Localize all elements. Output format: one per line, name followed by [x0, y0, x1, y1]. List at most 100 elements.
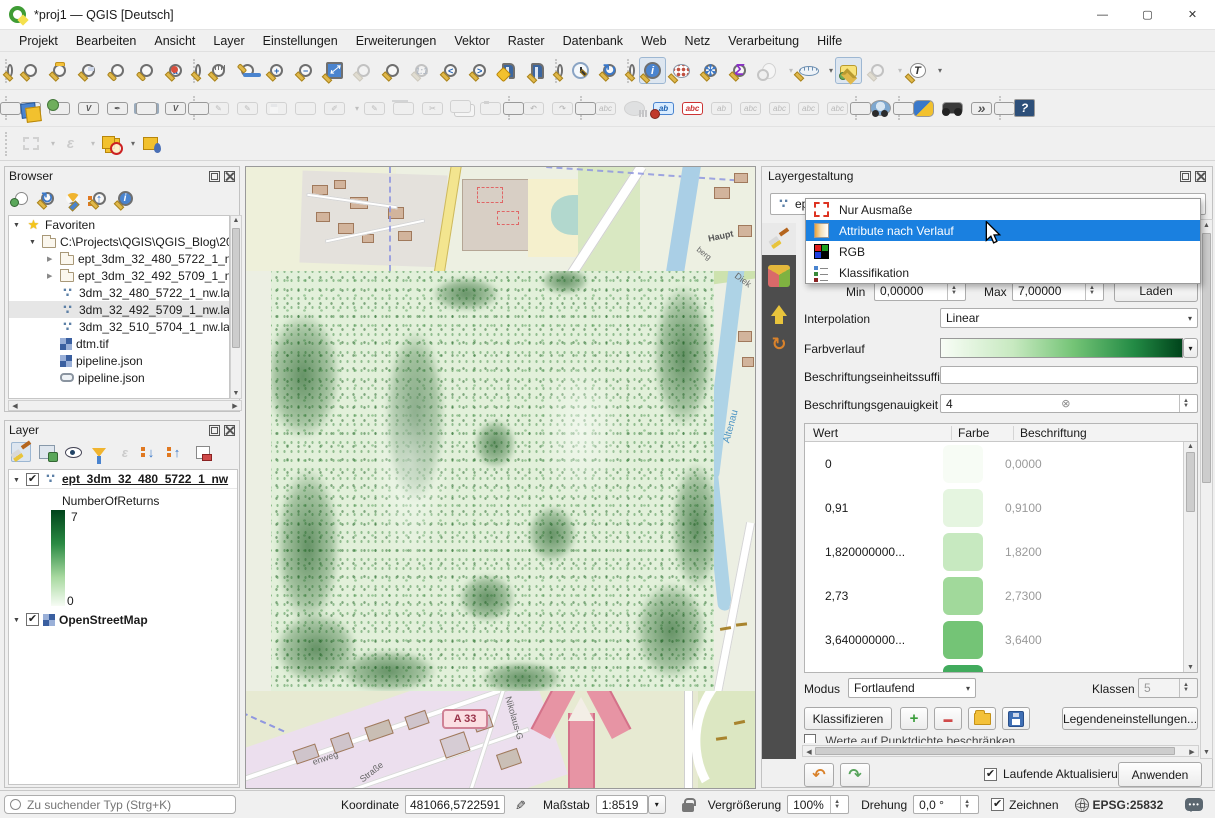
browser-item[interactable]: pipeline.json	[9, 369, 229, 386]
rotate-label-button[interactable]: abc	[795, 95, 822, 122]
save-project-button[interactable]	[75, 57, 102, 84]
menu-item[interactable]: Vektor	[445, 32, 498, 50]
add-group-button[interactable]	[37, 442, 57, 462]
browser-item[interactable]: pipeline.json	[9, 352, 229, 369]
close-panel-icon[interactable]	[224, 171, 235, 182]
zoom-to-selection-button[interactable]	[350, 57, 377, 84]
tab-3d-view[interactable]	[768, 265, 790, 287]
paste-features-button[interactable]	[477, 95, 504, 122]
suffix-input[interactable]	[940, 366, 1198, 384]
remove-layer-button[interactable]	[193, 442, 213, 462]
new-geopackage-button[interactable]	[46, 95, 73, 122]
dock-vscrollbar[interactable]: ▲▼	[1200, 219, 1213, 759]
apply-button[interactable]: Anwenden	[1118, 762, 1202, 787]
locator-search[interactable]	[4, 795, 236, 814]
renderer-menu-item[interactable]: Klassifikation	[806, 262, 1200, 283]
add-favorite-button[interactable]	[11, 188, 31, 208]
classes-input[interactable]: 5▲▼	[1138, 678, 1198, 698]
browser-item[interactable]: ept_3dm_32_492_5709_1_nw	[9, 267, 229, 284]
expander-icon[interactable]	[13, 475, 22, 484]
osm-place-search-button[interactable]	[939, 95, 966, 122]
save-edits-button[interactable]	[263, 95, 290, 122]
mode-combo[interactable]: Fortlaufend▾	[848, 678, 976, 698]
suffix-input-field[interactable]	[946, 368, 1192, 382]
redo-button[interactable]: ↷	[549, 95, 576, 122]
rotation-input[interactable]: 0,0 °▲▼	[913, 795, 979, 814]
zoom-to-feature-button[interactable]	[864, 57, 891, 84]
statistical-summary-button[interactable]	[668, 57, 695, 84]
move-label-button[interactable]: abc	[766, 95, 793, 122]
live-update-option[interactable]: Laufende Aktualisierung	[984, 767, 1131, 781]
interpolation-combo[interactable]: Linear▾	[940, 308, 1198, 328]
collapse-all-button[interactable]: ↑	[89, 188, 109, 208]
zoom-native-button[interactable]: 1:1	[408, 57, 435, 84]
expander-icon[interactable]	[13, 220, 22, 229]
pin-labels-button[interactable]: ab	[650, 95, 677, 122]
clipped-option-row[interactable]: Werte auf Punktdichte beschränken	[804, 734, 1184, 743]
layer-item-osm[interactable]: OpenStreetMap	[9, 610, 237, 629]
refresh-browser-button[interactable]: ↻	[37, 188, 57, 208]
extent-toggle-icon[interactable]	[515, 798, 529, 812]
menu-item[interactable]: Layer	[204, 32, 253, 50]
python-console-button[interactable]	[910, 95, 937, 122]
menu-item[interactable]: Ansicht	[145, 32, 204, 50]
browser-item[interactable]: 3dm_32_480_5722_1_nw.laz	[9, 284, 229, 301]
color-swatch[interactable]	[943, 445, 983, 483]
maximize-button[interactable]: ▢	[1125, 0, 1170, 30]
open-project-button[interactable]	[46, 57, 73, 84]
crs-status[interactable]: EPSG:25832	[1093, 798, 1164, 812]
layer-visibility-checkbox[interactable]	[26, 473, 39, 486]
filter-legend-button[interactable]	[89, 442, 109, 462]
float-panel-icon[interactable]	[209, 425, 220, 436]
nominatim-geocoder-button[interactable]	[867, 95, 894, 122]
zoom-in-button[interactable]: +	[263, 57, 290, 84]
redo-style-button[interactable]: ↷	[840, 763, 870, 787]
min-input[interactable]: 0,00000▲▼	[874, 281, 966, 301]
render-checkbox[interactable]	[991, 798, 1004, 811]
menu-item[interactable]: Datenbank	[554, 32, 632, 50]
expander-icon[interactable]	[47, 271, 56, 280]
close-panel-icon[interactable]	[1195, 171, 1206, 182]
menu-item[interactable]: Netz	[676, 32, 720, 50]
map-tips-button[interactable]	[835, 57, 862, 84]
search-input[interactable]	[27, 798, 230, 812]
new-print-layout-button[interactable]	[104, 57, 131, 84]
save-classes-button[interactable]	[1002, 707, 1030, 730]
modify-attributes-button[interactable]: ✎	[361, 95, 388, 122]
color-swatch[interactable]	[943, 533, 983, 571]
tab-symbology[interactable]	[762, 223, 796, 255]
column-header[interactable]: Wert	[805, 426, 951, 440]
delete-selected-button[interactable]	[390, 95, 417, 122]
show-unplaced-labels-button[interactable]: abc	[737, 95, 764, 122]
browser-vscrollbar[interactable]: ▲▼	[230, 215, 242, 399]
new-bookmark-button[interactable]	[495, 57, 522, 84]
zoom-to-layer-button[interactable]	[379, 57, 406, 84]
table-row[interactable]: 3,640000000... 3,6400	[805, 618, 1183, 662]
renderer-menu-item[interactable]: Nur Ausmaße	[806, 199, 1200, 220]
copy-features-button[interactable]	[448, 95, 475, 122]
expand-all-button[interactable]: ↓	[141, 442, 161, 462]
column-header[interactable]: Beschriftung	[1013, 426, 1087, 440]
browser-item[interactable]: 3dm_32_492_5709_1_nw.laz	[9, 301, 229, 318]
table-row[interactable]: 2,73 2,7300	[805, 574, 1183, 618]
toolbar-overflow-button[interactable]: »	[968, 95, 995, 122]
scale-dropdown[interactable]: ▾	[648, 795, 666, 814]
layer-item-pointcloud[interactable]: ept_3dm_32_480_5722_1_nw	[9, 470, 237, 489]
layer-diagram-button[interactable]	[621, 95, 648, 122]
menu-item[interactable]: Raster	[499, 32, 554, 50]
layout-manager-button[interactable]	[133, 57, 160, 84]
new-project-button[interactable]	[17, 57, 44, 84]
style-manager-button[interactable]: a	[162, 57, 189, 84]
color-swatch[interactable]	[943, 489, 983, 527]
dock-hscrollbar[interactable]: ◀▶	[802, 745, 1199, 757]
pan-map-button[interactable]	[205, 57, 232, 84]
color-swatch[interactable]	[943, 665, 983, 672]
coordinate-input[interactable]: 481066,5722591	[405, 795, 505, 814]
data-source-manager-button[interactable]	[17, 95, 44, 122]
color-ramp-button[interactable]	[940, 338, 1183, 358]
magnifier-input[interactable]: 100%▲▼	[787, 795, 849, 814]
refresh-map-button[interactable]: ↻	[596, 57, 623, 84]
color-ramp-dropdown[interactable]: ▾	[1183, 338, 1198, 358]
menu-item[interactable]: Erweiterungen	[347, 32, 446, 50]
renderer-menu-item[interactable]: RGB	[806, 241, 1200, 262]
